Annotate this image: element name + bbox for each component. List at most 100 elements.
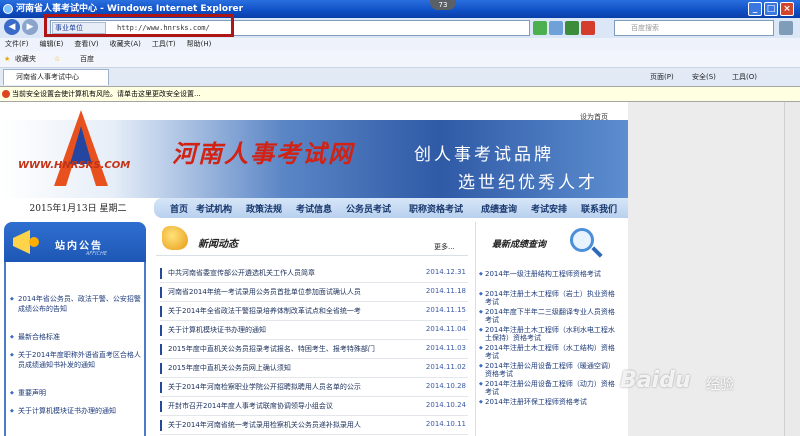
notice-item[interactable]: 关于2014年度职称外语省直考区合格人员成绩通知书补发的通知 xyxy=(10,350,146,370)
current-date: 2015年1月13日 星期二 xyxy=(4,198,152,220)
nav-home[interactable]: 首页 xyxy=(170,202,188,215)
result-item[interactable]: 2014年注册公用设备工程师（暖通空调）资格考试 xyxy=(479,362,621,378)
refresh-icon[interactable] xyxy=(549,21,563,35)
news-row[interactable]: 2015年度中直机关公务员招录考试报名、特困考生、报考特殊部门 2014.11.0… xyxy=(160,340,468,359)
result-item[interactable]: 2014年注册公用设备工程师（动力）资格考试 xyxy=(479,380,621,396)
news-item-date: 2014.10.28 xyxy=(425,382,466,390)
menu-bar: 文件(F) 编辑(E) 查看(V) 收藏夹(A) 工具(T) 帮助(H) xyxy=(0,38,800,51)
safety-menu[interactable]: 安全(S) xyxy=(692,72,716,82)
news-item-date: 2014.11.18 xyxy=(425,287,466,295)
news-row[interactable]: 关于2014年河南检察职业学院公开招聘拟聘用人员名单的公示 2014.10.28 xyxy=(160,378,468,397)
news-item-title[interactable]: 开封市召开2014年度人事考试联席协调领导小组会议 xyxy=(168,401,333,411)
news-item-title[interactable]: 关于2014年河南省统一考试录用检察机关公务员递补拟录用人 xyxy=(168,420,361,430)
site-title: 河南人事考试网 xyxy=(172,139,354,168)
news-row[interactable]: 关于2014年全省政法干警招录培养体制改革试点和全省统一考 2014.11.15 xyxy=(160,302,468,321)
result-item[interactable]: 2014年注册土木工程师（水工结构）资格考试 xyxy=(479,344,621,360)
news-row[interactable]: 关于计算机模块证书办理的通知 2014.11.04 xyxy=(160,321,468,340)
news-item-date: 2014.11.02 xyxy=(425,363,466,371)
result-item[interactable]: 2014年注册土木工程师（水利水电工程水土保持）资格考试 xyxy=(479,326,621,342)
menu-help[interactable]: 帮助(H) xyxy=(187,38,212,51)
vertical-scrollbar[interactable] xyxy=(784,102,800,436)
notice-subtitle: AFFICHE xyxy=(86,251,108,257)
result-item[interactable]: 2014年注册土木工程师（岩土）执业资格考试 xyxy=(479,290,621,306)
news-item-title[interactable]: 河南省2014年统一考试录用公务员首批单位参加面试确认人员 xyxy=(168,287,361,297)
search-icon[interactable] xyxy=(779,21,793,35)
notice-item[interactable]: 关于计算机模块证书办理的通知 xyxy=(10,406,146,416)
main-nav: 首页 考试机构 政策法规 考试信息 公务员考试 职称资格考试 成绩查询 考试安排… xyxy=(154,198,628,218)
infobar-text: 当前安全设置会使计算机有风险。请单击这里更改安全设置... xyxy=(12,90,201,98)
slogan-line-1: 创人事考试品牌 xyxy=(414,145,554,165)
notice-item[interactable]: 最新合格标准 xyxy=(10,332,146,342)
news-item-date: 2014.11.03 xyxy=(425,344,466,352)
star-icon: ★ xyxy=(4,55,11,63)
back-icon[interactable]: ◀ xyxy=(4,19,20,35)
favorites-bar: ★ 收藏夹 ☆ 百度 xyxy=(0,51,800,68)
megaphone-icon xyxy=(13,230,39,254)
news-item-title[interactable]: 中共河南省委宣传部公开遴选机关工作人员简章 xyxy=(168,268,315,278)
tab-strip xyxy=(0,68,800,86)
forward-icon[interactable]: ▶ xyxy=(22,19,38,35)
nav-exam-schedule[interactable]: 考试安排 xyxy=(531,202,567,215)
news-row[interactable]: 中共河南省委宣传部公开遴选机关工作人员简章 2014.12.31 xyxy=(160,264,468,283)
security-info-bar[interactable]: 当前安全设置会使计算机有风险。请单击这里更改安全设置... xyxy=(0,86,800,102)
nav-exam-info[interactable]: 考试信息 xyxy=(296,202,332,215)
page-menu[interactable]: 页面(P) xyxy=(650,72,674,82)
nav-contact[interactable]: 联系我们 xyxy=(581,202,617,215)
slogan-line-2: 选世纪优秀人才 xyxy=(458,173,598,193)
stop-icon[interactable] xyxy=(581,21,595,35)
news-title: 新闻动态 xyxy=(198,239,238,250)
menu-view[interactable]: 查看(V) xyxy=(74,38,98,51)
news-item-date: 2014.10.24 xyxy=(425,401,466,409)
favorites-button[interactable]: 收藏夹 xyxy=(15,51,36,68)
news-item-date: 2014.12.31 xyxy=(425,268,466,276)
news-item-title[interactable]: 关于2014年全省政法干警招录培养体制改革试点和全省统一考 xyxy=(168,306,361,316)
news-row[interactable]: 河南省2014年统一考试录用公务员首批单位参加面试确认人员 2014.11.18 xyxy=(160,283,468,302)
menu-file[interactable]: 文件(F) xyxy=(5,38,29,51)
news-item-date: 2014.11.04 xyxy=(425,325,466,333)
menu-favorites[interactable]: 收藏夹(A) xyxy=(110,38,141,51)
news-item-title[interactable]: 2015年度中直机关公务员网上确认须知 xyxy=(168,363,291,373)
nav-qualification[interactable]: 职称资格考试 xyxy=(409,202,463,215)
nav-score-query[interactable]: 成绩查询 xyxy=(481,202,517,215)
logo-url: WWW.HNRSKS.COM xyxy=(18,160,131,171)
result-item[interactable]: 2014年度下半年二三级翻译专业人员资格考试 xyxy=(479,308,621,324)
nav-civil-service[interactable]: 公务员考试 xyxy=(346,202,391,215)
news-item-title[interactable]: 关于计算机模块证书办理的通知 xyxy=(168,325,266,335)
notice-list: 2014年省公务员、政法干警、公安招警成绩公布的告知 最新合格标准 关于2014… xyxy=(4,262,146,436)
favorite-baidu[interactable]: 百度 xyxy=(80,51,94,68)
maximize-button[interactable]: □ xyxy=(764,2,778,16)
window-title: 河南省人事考试中心 - Windows Internet Explorer xyxy=(16,4,244,14)
ie-logo-icon xyxy=(3,4,13,14)
news-row[interactable]: 2015年度中直机关公务员网上确认须知 2014.11.02 xyxy=(160,359,468,378)
site-logo-icon xyxy=(54,110,108,186)
notice-title: 站内公告 xyxy=(55,241,103,252)
nav-policy[interactable]: 政策法规 xyxy=(246,202,282,215)
compatibility-icon[interactable] xyxy=(533,21,547,35)
result-item[interactable]: 2014年注册环保工程师资格考试 xyxy=(479,398,621,406)
close-button[interactable]: × xyxy=(780,2,794,16)
go-icon[interactable] xyxy=(565,21,579,35)
notice-item[interactable]: 重要声明 xyxy=(10,388,146,398)
watermark-text: 经验 xyxy=(706,377,734,393)
notification-badge: 73 xyxy=(430,0,456,10)
notice-item[interactable]: 2014年省公务员、政法干警、公安招警成绩公布的告知 xyxy=(10,294,146,314)
news-more-link[interactable]: 更多... xyxy=(434,242,455,252)
add-favorite-icon[interactable]: ☆ xyxy=(54,51,60,68)
news-item-title[interactable]: 关于2014年河南检察职业学院公开招聘拟聘用人员名单的公示 xyxy=(168,382,361,392)
watermark-brand: Baidu xyxy=(620,368,691,393)
warning-icon xyxy=(2,90,10,98)
news-item-date: 2014.11.15 xyxy=(425,306,466,314)
menu-tools[interactable]: 工具(T) xyxy=(152,38,176,51)
tab-current[interactable]: 河南省人事考试中心 xyxy=(3,69,109,85)
nav-agencies[interactable]: 考试机构 xyxy=(196,202,232,215)
results-title: 最新成绩查询 xyxy=(492,240,547,250)
news-row[interactable]: 关于2014年河南省统一考试录用检察机关公务员递补拟录用人 2014.10.11 xyxy=(160,416,468,435)
news-item-title[interactable]: 2015年度中直机关公务员招录考试报名、特困考生、报考特殊部门 xyxy=(168,344,375,354)
news-item-date: 2014.10.11 xyxy=(425,420,466,428)
menu-edit[interactable]: 编辑(E) xyxy=(40,38,64,51)
news-row[interactable]: 开封市召开2014年度人事考试联席协调领导小组会议 2014.10.24 xyxy=(160,397,468,416)
minimize-button[interactable]: _ xyxy=(748,2,762,16)
result-item[interactable]: 2014年一级注册结构工程师资格考试 xyxy=(479,270,621,278)
tools-menu[interactable]: 工具(O) xyxy=(732,72,757,82)
search-input[interactable]: 百度搜索 xyxy=(614,20,774,36)
